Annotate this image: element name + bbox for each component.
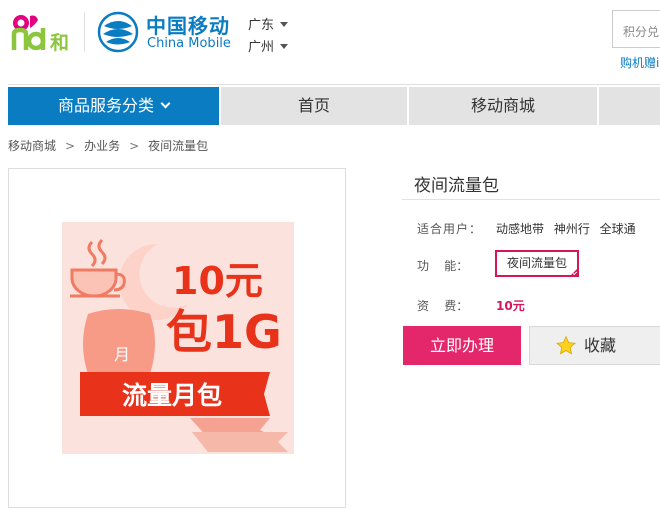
caret-down-icon: [280, 22, 289, 27]
china-mobile-logo-icon[interactable]: [96, 10, 140, 54]
moon-char: 月: [114, 345, 130, 364]
star-icon: [556, 336, 576, 355]
province-select[interactable]: 广东: [248, 14, 289, 33]
function-option-label: 夜间流量包: [506, 256, 567, 270]
breadcrumb-separator: >: [65, 139, 76, 153]
promo-image: 月 10元 包1G 流量月包: [62, 222, 294, 454]
suitable-users-label: 适合用户：: [417, 222, 483, 236]
nav-category-dropdown[interactable]: 商品服务分类: [8, 87, 219, 125]
nav-category-label: 商品服务分类: [57, 96, 154, 115]
buy-phone-gift-link[interactable]: 购机赠i: [620, 54, 659, 71]
breadcrumb-business[interactable]: 办业务: [84, 139, 120, 153]
favorite-label: 收藏: [584, 336, 617, 355]
breadcrumb-separator: >: [129, 139, 140, 153]
caret-down-icon: [280, 44, 289, 49]
fee-label: 资 费：: [417, 299, 469, 313]
pillow-icon: [83, 309, 155, 379]
and-brand-logo[interactable]: 和: [8, 10, 74, 54]
city-label: 广州: [248, 40, 275, 55]
header-divider: [84, 12, 85, 52]
fee-value: 10元: [496, 299, 525, 313]
and-brand-char: 和: [50, 31, 69, 54]
promo-ribbon-text: 流量月包: [122, 381, 222, 410]
title-divider: [402, 199, 660, 200]
product-title: 夜间流量包: [414, 176, 499, 196]
promo-price: 10元: [172, 259, 263, 303]
promo-volume: 包1G: [166, 305, 282, 359]
province-label: 广东: [248, 18, 275, 33]
breadcrumb-mall[interactable]: 移动商城: [8, 139, 56, 153]
nav-home[interactable]: 首页: [221, 87, 407, 125]
function-option-selected[interactable]: 夜间流量包: [495, 250, 579, 277]
function-label: 功 能：: [417, 259, 469, 273]
favorite-button[interactable]: 收藏: [529, 326, 660, 365]
chevron-down-icon: [160, 98, 171, 109]
china-mobile-logo-en[interactable]: China Mobile: [147, 36, 231, 51]
nav-mobile-mall[interactable]: 移动商城: [409, 87, 597, 125]
handle-now-button[interactable]: 立即办理: [403, 326, 521, 365]
china-mobile-logo-cn[interactable]: 中国移动: [146, 10, 230, 39]
city-select[interactable]: 广州: [248, 36, 289, 55]
points-exchange-input[interactable]: 积分兑: [612, 10, 660, 48]
breadcrumb-current: 夜间流量包: [148, 139, 209, 153]
breadcrumb: 移动商城 > 办业务 > 夜间流量包: [8, 137, 208, 154]
nav-more[interactable]: [599, 87, 660, 125]
nav-divider: [8, 84, 660, 85]
suitable-users-value: 动感地带 神州行 全球通: [496, 222, 636, 236]
